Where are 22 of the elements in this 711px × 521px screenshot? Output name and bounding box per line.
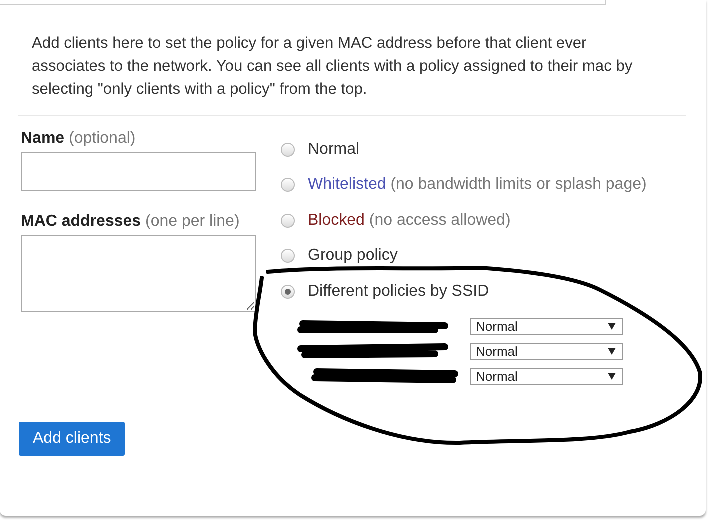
- textarea-field[interactable]: [21, 235, 256, 312]
- policy-dropdown[interactable]: Normal: [470, 342, 623, 360]
- radio-button[interactable]: [281, 178, 295, 192]
- caret-icon: [608, 322, 616, 330]
- radio-button[interactable]: [281, 249, 295, 264]
- option-label: Different policies by SSID: [308, 282, 490, 301]
- input-field[interactable]: [21, 152, 256, 191]
- add-clients-button[interactable]: Add clients: [19, 422, 126, 456]
- caret-icon: [608, 348, 616, 354]
- option-label: Whitelisted (no bandwidth limits or splash page): [308, 176, 647, 194]
- field-label: Name (optional): [21, 130, 137, 148]
- option-label: Group policy: [308, 247, 398, 266]
- radio-button[interactable]: [281, 284, 295, 299]
- radio-button[interactable]: [281, 142, 295, 157]
- policy-dropdown[interactable]: Normal: [470, 318, 623, 334]
- caret-icon: [608, 372, 616, 380]
- option-label: Blocked (no access allowed): [308, 212, 511, 230]
- policy-dropdown[interactable]: Normal: [470, 368, 623, 384]
- option-label: Normal: [308, 140, 360, 159]
- field-label: MAC addresses (one per line): [21, 213, 241, 231]
- radio-button[interactable]: [281, 214, 295, 228]
- description-text: Add clients here to set the policy for a given MAC address before that client ever associates to the network. You can see all clients with a policy assigned to their mac by selecting "only clients with a policy" from the top.: [32, 34, 634, 100]
